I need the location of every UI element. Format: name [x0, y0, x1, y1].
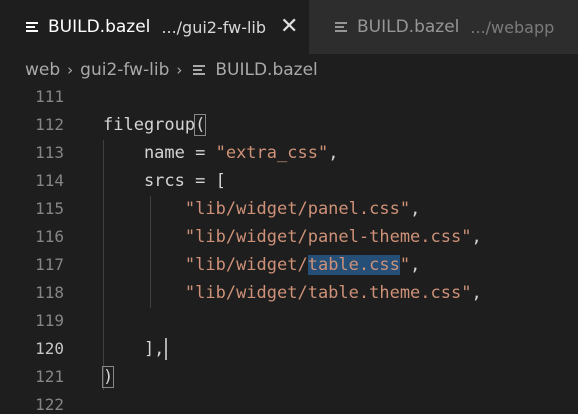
string-literal: "lib/widget/table.theme.css"	[184, 283, 472, 303]
file-lines-icon	[193, 64, 206, 76]
code-line[interactable]: 121)	[0, 363, 578, 391]
breadcrumb-item-web[interactable]: web	[25, 60, 60, 80]
code-text: "lib/widget/panel.css",	[184, 199, 421, 219]
tab-build-bazel-webapp[interactable]: BUILD.bazel .../webapp	[309, 0, 578, 54]
string-literal: "lib/widget/panel-theme.css"	[184, 227, 472, 247]
file-lines-icon	[335, 21, 347, 33]
line-number: 118	[35, 283, 64, 302]
code-line[interactable]: 114 srcs = [	[0, 167, 578, 195]
code-text: filegroup(	[103, 114, 207, 136]
breadcrumb: web › gui2-fw-lib › BUILD.bazel	[0, 54, 578, 86]
chevron-right-icon: ›	[176, 61, 183, 79]
breadcrumb-item-gui2-fw-lib[interactable]: gui2-fw-lib	[80, 60, 169, 80]
tab-build-bazel-gui2-fw-lib[interactable]: BUILD.bazel .../gui2-fw-lib ✕	[0, 0, 309, 54]
file-lines-icon	[26, 21, 38, 33]
tab-description: .../gui2-fw-lib	[161, 17, 267, 37]
line-number: 122	[35, 395, 64, 414]
text-cursor	[165, 338, 168, 360]
code-text: "lib/widget/table.css",	[184, 255, 421, 275]
string-literal: "lib/widget/table.css"	[184, 255, 411, 275]
tab-title: BUILD.bazel	[357, 17, 460, 37]
code-text: "lib/widget/table.theme.css",	[184, 283, 482, 303]
breadcrumb-item-build-bazel[interactable]: BUILD.bazel	[215, 60, 317, 80]
code-line[interactable]: 117 "lib/widget/table.css",	[0, 251, 578, 279]
code-line[interactable]: 111	[0, 86, 578, 111]
code-line[interactable]: 113 name = "extra_css",	[0, 139, 578, 167]
code-line[interactable]: 120 ],	[0, 335, 578, 363]
code-text: ],	[103, 335, 168, 363]
code-text: srcs = [	[103, 171, 226, 191]
line-number: 114	[35, 171, 64, 190]
line-number: 112	[35, 115, 64, 134]
code-line[interactable]: 118 "lib/widget/table.theme.css",	[0, 279, 578, 307]
code-line[interactable]: 122	[0, 391, 578, 414]
line-number: 120	[35, 339, 64, 358]
bracket-match: (	[194, 114, 207, 136]
tab-description: .../webapp	[470, 17, 555, 37]
tab-title: BUILD.bazel	[48, 17, 151, 37]
code-editor[interactable]: 111 112 filegroup(113 name = "extra_css", 1…	[0, 86, 578, 414]
code-text: name = "extra_css",	[103, 143, 339, 163]
bracket-match: )	[101, 366, 115, 388]
line-number: 111	[35, 87, 64, 106]
string-literal: "lib/widget/panel.css"	[184, 199, 411, 219]
line-number: 119	[35, 311, 64, 330]
line-number: 113	[35, 143, 64, 162]
code-line[interactable]: 116 "lib/widget/panel-theme.css",	[0, 223, 578, 251]
close-icon[interactable]: ✕	[280, 16, 298, 38]
selection-highlight: table.css	[307, 255, 400, 275]
line-number: 121	[35, 367, 64, 386]
chevron-right-icon: ›	[67, 61, 74, 79]
tab-bar: BUILD.bazel .../gui2-fw-lib ✕ BUILD.baze…	[0, 0, 578, 54]
string-literal: "extra_css"	[215, 143, 329, 163]
code-line[interactable]: 115 "lib/widget/panel.css",	[0, 195, 578, 223]
code-line[interactable]: 119	[0, 307, 578, 335]
code-line[interactable]: 112 filegroup(	[0, 111, 578, 139]
line-number: 116	[35, 227, 64, 246]
line-number: 117	[35, 255, 64, 274]
code-text: )	[101, 363, 115, 391]
code-text: "lib/widget/panel-theme.css",	[184, 227, 482, 247]
line-number: 115	[35, 199, 64, 218]
